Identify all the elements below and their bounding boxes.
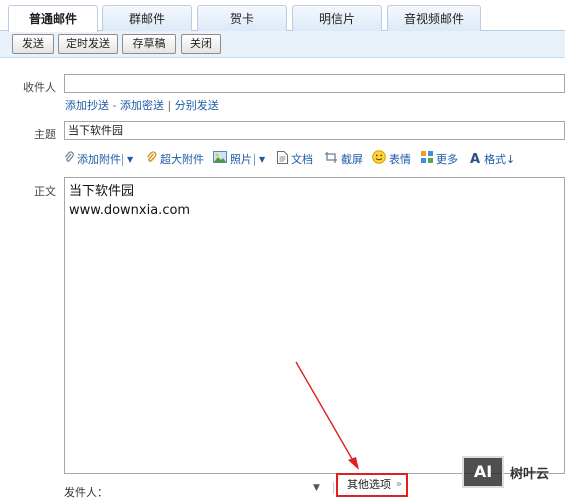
large-attachment-button[interactable]: 超大附件 xyxy=(146,151,204,169)
grid-icon xyxy=(421,151,433,169)
photo-icon xyxy=(213,151,227,169)
photo-label: 照片 xyxy=(230,153,252,166)
screenshot-label: 截屏 xyxy=(341,153,363,166)
large-attachment-label: 超大附件 xyxy=(160,153,204,166)
attachment-dropdown[interactable]: ▼ xyxy=(124,151,133,169)
tab-group-mail[interactable]: 群邮件 xyxy=(102,5,192,31)
emoji-button[interactable]: 表情 xyxy=(372,150,411,170)
document-label: 文档 xyxy=(291,153,313,166)
to-input[interactable] xyxy=(64,74,565,93)
other-options-label: 其他选项 xyxy=(347,478,391,491)
add-attachment-button[interactable]: 添加附件 xyxy=(64,151,121,169)
document-button[interactable]: 文档 xyxy=(277,150,313,170)
watermark-brand: 树叶云 xyxy=(510,466,550,482)
tab-postcard[interactable]: 明信片 xyxy=(292,5,382,31)
watermark: AI 树叶云 xyxy=(462,454,562,490)
sender-dropdown-icon[interactable]: ▼ xyxy=(313,483,320,493)
format-button[interactable]: A 格式↓ xyxy=(470,151,515,169)
footer-divider xyxy=(333,482,334,494)
compose-tab-bar: 普通邮件 群邮件 贺卡 明信片 音视频邮件 xyxy=(0,0,565,32)
paperclip-icon xyxy=(64,151,74,169)
body-line: 当下软件园 xyxy=(69,184,135,199)
format-label: 格式↓ xyxy=(484,153,516,166)
add-attachment-label: 添加附件 xyxy=(77,153,121,166)
more-button[interactable]: 更多 xyxy=(421,151,458,169)
document-icon xyxy=(277,150,288,170)
separate-send-link[interactable]: 分别发送 xyxy=(175,99,219,112)
chevron-down-icon: ▼ xyxy=(127,155,134,164)
tab-greeting-card[interactable]: 贺卡 xyxy=(197,5,287,31)
sender-label: 发件人： xyxy=(64,486,108,499)
scissors-icon xyxy=(324,151,338,170)
tab-normal-mail[interactable]: 普通邮件 xyxy=(8,5,98,32)
emoji-label: 表情 xyxy=(389,153,411,166)
chevron-down-icon: ▼ xyxy=(259,155,266,164)
to-label: 收件人 xyxy=(23,81,56,94)
body-label: 正文 xyxy=(34,185,56,198)
watermark-logo: AI xyxy=(462,456,504,488)
font-format-icon: A xyxy=(470,152,481,167)
other-options-button[interactable]: 其他选项 » xyxy=(336,473,408,497)
recipient-options: 添加抄送 - 添加密送 | 分别发送 xyxy=(65,97,219,113)
double-chevron-down-icon: » xyxy=(395,479,402,490)
screenshot-button[interactable]: 截屏 xyxy=(324,151,363,169)
add-cc-link[interactable]: 添加抄送 xyxy=(65,99,109,112)
compose-toolbar: 发送 定时发送 存草稿 关闭 xyxy=(0,31,565,58)
pipe-separator: | xyxy=(167,99,172,112)
photo-dropdown[interactable]: ▼ xyxy=(256,151,265,169)
save-draft-button[interactable]: 存草稿 xyxy=(122,34,176,54)
scheduled-send-button[interactable]: 定时发送 xyxy=(58,34,118,54)
paperclip-large-icon xyxy=(146,151,157,169)
smiley-icon xyxy=(372,150,386,170)
photo-divider xyxy=(254,154,255,166)
dash-separator: - xyxy=(112,99,117,112)
subject-input[interactable]: 当下软件园 xyxy=(64,121,565,140)
attach-divider xyxy=(122,154,123,166)
more-label: 更多 xyxy=(436,153,458,166)
body-editor[interactable]: 当下软件园 www.downxia.com xyxy=(64,177,565,474)
subject-label: 主题 xyxy=(34,128,56,141)
tab-av-mail[interactable]: 音视频邮件 xyxy=(387,5,481,31)
add-bcc-link[interactable]: 添加密送 xyxy=(120,99,164,112)
photo-button[interactable]: 照片 xyxy=(213,151,252,169)
body-line: www.downxia.com xyxy=(69,203,191,218)
close-button[interactable]: 关闭 xyxy=(181,34,221,54)
send-button[interactable]: 发送 xyxy=(12,34,54,54)
